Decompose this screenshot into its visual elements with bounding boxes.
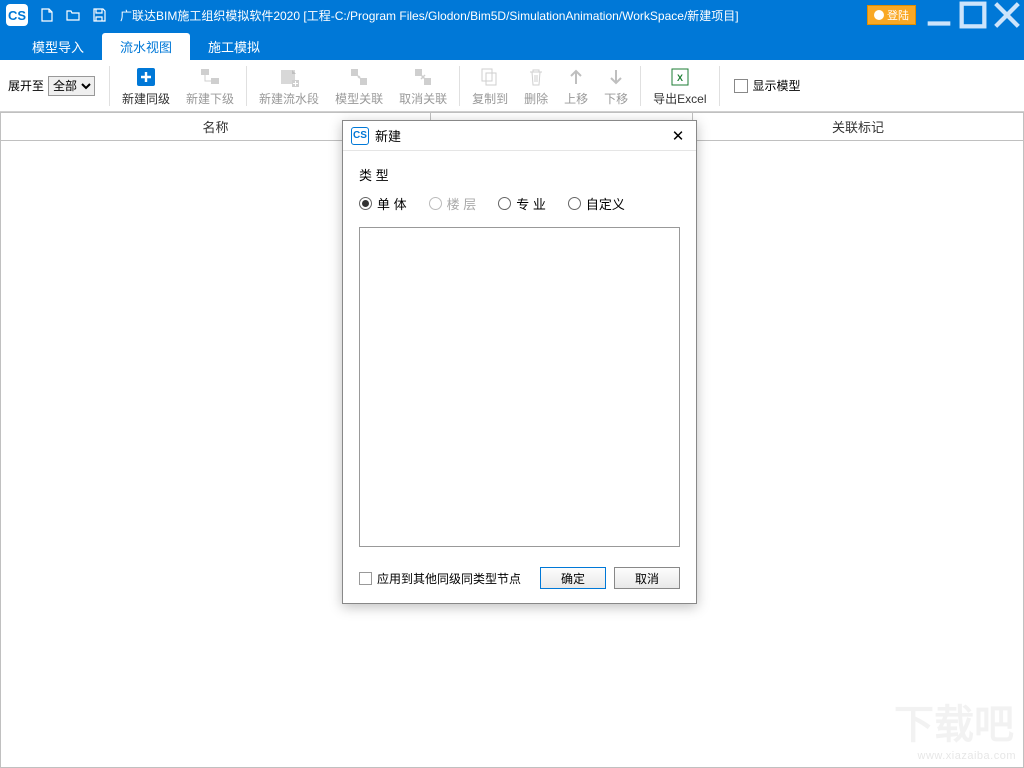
type-label: 类 型: [359, 165, 680, 184]
expand-to-control: 展开至 全部: [8, 76, 95, 96]
trash-icon: [524, 65, 548, 89]
dialog-titlebar: CS 新建 ✕: [343, 121, 696, 151]
copy-icon: [478, 65, 502, 89]
tab-construction-sim[interactable]: 施工模拟: [190, 33, 278, 60]
window-title: 广联达BIM施工组织模拟软件2020 [工程-C:/Program Files/…: [120, 7, 739, 24]
main-tabs: 模型导入 流水视图 施工模拟: [0, 30, 1024, 60]
excel-icon: X: [668, 65, 692, 89]
new-file-icon[interactable]: [34, 0, 60, 30]
model-link-button[interactable]: 模型关联: [327, 63, 391, 109]
dialog-icon: CS: [351, 127, 369, 145]
radio-louceng[interactable]: 楼 层: [429, 194, 477, 213]
move-up-button[interactable]: 上移: [556, 63, 596, 109]
dialog-footer: 应用到其他同级同类型节点 确定 取消: [343, 557, 696, 603]
arrow-down-icon: [604, 65, 628, 89]
apply-to-siblings-checkbox[interactable]: 应用到其他同级同类型节点: [359, 570, 532, 587]
column-link-mark[interactable]: 关联标记: [693, 113, 1023, 140]
open-file-icon[interactable]: [60, 0, 86, 30]
type-radio-group: 单 体 楼 层 专 业 自定义: [359, 194, 680, 213]
new-segment-button[interactable]: 新建流水段: [251, 63, 327, 109]
tree-child-icon: [198, 65, 222, 89]
new-child-button[interactable]: 新建下级: [178, 63, 242, 109]
watermark-small: www.xiazaiba.com: [918, 750, 1016, 762]
tab-flow-view[interactable]: 流水视图: [102, 33, 190, 60]
segment-icon: [277, 65, 301, 89]
watermark-big: 下载吧: [894, 692, 1014, 750]
checkbox-icon: [734, 79, 748, 93]
cancel-button[interactable]: 取消: [614, 567, 680, 589]
copy-to-button[interactable]: 复制到: [464, 63, 516, 109]
new-sibling-button[interactable]: 新建同级: [114, 63, 178, 109]
tab-model-import[interactable]: 模型导入: [14, 33, 102, 60]
minimize-button[interactable]: [922, 0, 956, 30]
move-down-button[interactable]: 下移: [596, 63, 636, 109]
link-icon: [347, 65, 371, 89]
cancel-link-button[interactable]: 取消关联: [391, 63, 455, 109]
radio-zidingyi[interactable]: 自定义: [568, 194, 625, 213]
login-button[interactable]: 登陆: [867, 5, 916, 25]
close-button[interactable]: [990, 0, 1024, 30]
dialog-listbox[interactable]: [359, 227, 680, 547]
delete-button[interactable]: 删除: [516, 63, 556, 109]
ribbon-toolbar: 展开至 全部 新建同级 新建下级 新建流水段 模型关联 取消关联 复制到 删除 …: [0, 60, 1024, 112]
new-dialog: CS 新建 ✕ 类 型 单 体 楼 层 专 业 自定义 应用到其他同级同类型节点…: [342, 120, 697, 604]
show-model-checkbox[interactable]: 显示模型: [734, 77, 801, 94]
app-icon: CS: [6, 4, 28, 26]
maximize-button[interactable]: [956, 0, 990, 30]
plus-icon: [134, 65, 158, 89]
save-file-icon[interactable]: [86, 0, 112, 30]
checkbox-icon: [359, 572, 372, 585]
dialog-title: 新建: [375, 126, 668, 145]
radio-danti[interactable]: 单 体: [359, 194, 407, 213]
svg-text:X: X: [677, 73, 683, 83]
dialog-close-button[interactable]: ✕: [668, 126, 688, 146]
title-bar: CS 广联达BIM施工组织模拟软件2020 [工程-C:/Program Fil…: [0, 0, 1024, 30]
unlink-icon: [411, 65, 435, 89]
export-excel-button[interactable]: X 导出Excel: [645, 63, 714, 109]
dialog-body: 类 型 单 体 楼 层 专 业 自定义: [343, 151, 696, 557]
arrow-up-icon: [564, 65, 588, 89]
radio-zhuanye[interactable]: 专 业: [498, 194, 546, 213]
expand-to-label: 展开至: [8, 77, 44, 94]
expand-to-select[interactable]: 全部: [48, 76, 95, 96]
ok-button[interactable]: 确定: [540, 567, 606, 589]
